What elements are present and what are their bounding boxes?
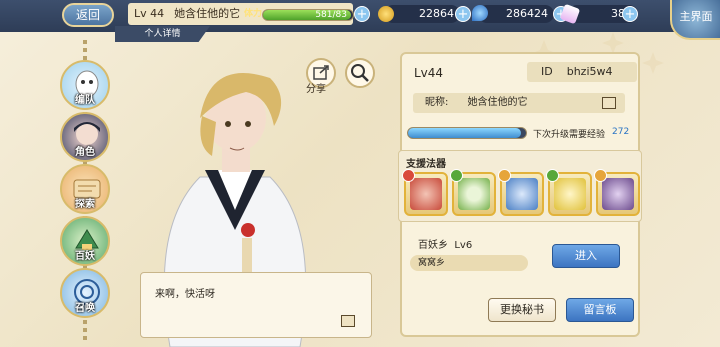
red-scroll-icon bbox=[410, 178, 442, 210]
artifact-badge bbox=[594, 169, 607, 182]
sidebar-label: 召唤 bbox=[75, 303, 95, 314]
id-label: ID bbox=[541, 65, 553, 78]
artifact-slot-1[interactable] bbox=[402, 169, 448, 216]
gem-value: 286424 bbox=[506, 7, 548, 20]
nickname-value: 她含住他的它 bbox=[467, 97, 528, 108]
player-id-box: ID bhzi5w4 bbox=[527, 62, 637, 82]
gold-folding-fan-icon bbox=[554, 178, 586, 210]
add-gold-button[interactable]: + bbox=[455, 6, 471, 22]
enter-label: 进入 bbox=[575, 249, 597, 262]
player-name: 她含住他的它 bbox=[174, 7, 241, 20]
soul-jade-icon bbox=[472, 5, 488, 21]
exp-value: 272 bbox=[612, 127, 630, 137]
exp-label: 下次升级需要经验 bbox=[533, 130, 606, 140]
sidebar-item-character[interactable]: 角色 bbox=[60, 112, 110, 162]
gold-counter: 22864 bbox=[384, 5, 460, 23]
village-name-box: 窝窝乡 bbox=[410, 255, 528, 271]
stamina-text: 581/83 bbox=[315, 10, 347, 20]
change-secretary-label: 更换秘书 bbox=[500, 303, 544, 316]
artifact-slot-4[interactable] bbox=[546, 169, 592, 216]
back-button[interactable]: 返回 bbox=[62, 3, 114, 27]
add-stamina-button[interactable]: + bbox=[354, 6, 370, 22]
artifact-badge bbox=[498, 169, 511, 182]
nickname-box: 昵称: 她含住他的它 bbox=[413, 93, 625, 113]
village-name: 窝窝乡 bbox=[418, 258, 446, 268]
edit-dialog-icon[interactable] bbox=[341, 315, 355, 327]
magnifier-icon bbox=[351, 64, 369, 82]
artifact-badge bbox=[402, 169, 415, 182]
edit-nickname-icon[interactable] bbox=[602, 97, 616, 109]
stamina-bar: 581/83 bbox=[262, 9, 354, 21]
blue-charm-icon bbox=[506, 178, 538, 210]
tab-label: 个人详情 bbox=[144, 29, 181, 39]
leaf-wreath-icon bbox=[458, 178, 490, 210]
artifact-badge bbox=[546, 169, 559, 182]
change-secretary-button[interactable]: 更换秘书 bbox=[488, 298, 556, 322]
back-label: 返回 bbox=[75, 8, 100, 22]
profile-level: Lv44 bbox=[414, 66, 444, 80]
dialog-text: 来啊，快活呀 bbox=[155, 289, 215, 300]
exp-bar bbox=[407, 127, 527, 139]
search-button[interactable] bbox=[345, 58, 375, 88]
sidebar-item-yokai[interactable]: 百妖 bbox=[60, 216, 110, 266]
tab-profile-details[interactable]: 个人详情 bbox=[115, 26, 210, 42]
artifact-slot-2[interactable] bbox=[450, 169, 496, 216]
message-board-label: 留言板 bbox=[583, 303, 617, 316]
exp-fill bbox=[408, 128, 522, 138]
message-board-button[interactable]: 留言板 bbox=[566, 298, 634, 322]
sidebar-item-explore[interactable]: 探索 bbox=[60, 164, 110, 214]
artifacts-title: 支援法器 bbox=[406, 159, 446, 170]
purple-vase-icon bbox=[602, 178, 634, 210]
add-ticket-button[interactable]: + bbox=[622, 6, 638, 22]
home-label: 主界面 bbox=[679, 10, 713, 23]
sidebar-item-team[interactable]: 编队 bbox=[60, 60, 110, 110]
gem-counter: 286424 bbox=[478, 5, 554, 23]
id-value: bhzi5w4 bbox=[566, 65, 613, 78]
sidebar-label: 角色 bbox=[75, 147, 95, 158]
sidebar-item-summon[interactable]: 召唤 bbox=[60, 268, 110, 318]
village-heading: 百妖乡 Lv6 bbox=[418, 236, 472, 251]
artifact-slot-5[interactable] bbox=[594, 169, 640, 216]
enter-village-button[interactable]: 进入 bbox=[552, 244, 620, 268]
player-level: Lv 44 bbox=[134, 7, 165, 20]
village-level: Lv6 bbox=[454, 240, 473, 251]
artifact-slot-3[interactable] bbox=[498, 169, 544, 216]
home-button[interactable]: 主界面 bbox=[670, 0, 720, 40]
nickname-label: 昵称: bbox=[425, 97, 449, 108]
stamina-label: 体力 bbox=[244, 9, 263, 19]
sidebar-label: 探索 bbox=[75, 199, 95, 210]
sidebar-label: 编队 bbox=[75, 95, 95, 106]
artifact-badge bbox=[450, 169, 463, 182]
gold-value: 22864 bbox=[419, 7, 454, 20]
village-label: 百妖乡 bbox=[418, 240, 448, 251]
gold-coin-icon bbox=[378, 6, 394, 22]
dialog-box[interactable]: 来啊，快活呀 bbox=[140, 272, 372, 338]
sidebar-label: 百妖 bbox=[75, 251, 95, 262]
